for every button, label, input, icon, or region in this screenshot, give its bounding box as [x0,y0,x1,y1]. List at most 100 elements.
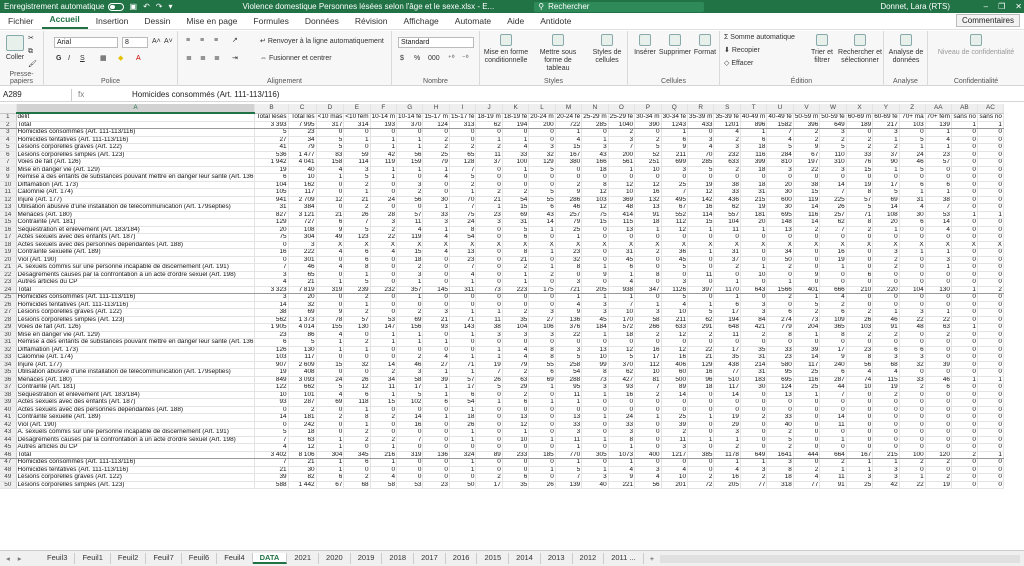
cell[interactable]: Homicides consommés (Art. 111-113/116) [16,293,256,302]
cell[interactable]: 1 [555,293,583,302]
cell[interactable]: 189 [846,121,874,129]
cell[interactable]: 0 [316,256,345,264]
cell[interactable]: 5 [343,173,371,182]
cell[interactable]: 16 [396,421,424,429]
cell[interactable]: X [925,241,952,249]
cell[interactable]: 11 [396,218,424,227]
cell[interactable]: 0 [422,406,450,414]
sheet-tab-11[interactable]: 2017 [414,553,446,564]
cell[interactable]: 0 [475,421,503,429]
cell[interactable]: 0 [581,278,609,287]
cell[interactable]: 0 [661,173,689,182]
decrease-decimal-icon[interactable]: ⁻⁰ [462,55,469,63]
orientation-icon[interactable]: ↗ [232,37,238,45]
cell[interactable]: 7 [925,203,952,212]
currency-icon[interactable]: $ [400,55,404,63]
cell[interactable]: 104 [254,181,289,189]
cell[interactable]: 1582 [766,121,794,129]
find-select-button[interactable]: Rechercher et sélectionner [838,34,882,65]
table-row[interactable]: 29 Voies de fait (Art. 126) 1 905 4 014 155 1… [0,323,1004,332]
cell[interactable]: 23 [422,481,450,489]
cell[interactable]: 317 [316,121,345,129]
cell[interactable]: Contrainte sexuelle (Art. 189) [16,413,256,422]
cell[interactable]: 25 [793,368,821,377]
cell[interactable]: 0 [396,443,424,452]
cell[interactable]: 18 [608,331,636,339]
cell[interactable]: 71 [449,361,477,369]
cell[interactable]: 304 [288,233,317,242]
cell[interactable]: 4 [925,136,952,144]
cell[interactable]: Contrainte (Art. 181) [16,218,256,227]
cell[interactable]: 0 [977,458,1004,467]
cell[interactable]: 0 [475,443,503,452]
cell[interactable]: 34 [370,376,398,384]
table-row[interactable]: 5 Lésions corporelles graves (Art. 122) 41… [0,143,1004,152]
cell[interactable]: 11 [661,436,689,444]
cell[interactable]: 4 [254,278,289,287]
cell[interactable]: 0 [634,406,662,414]
cell[interactable]: 0 [449,473,477,482]
header-cell[interactable]: <10 fém [343,113,371,122]
cell[interactable]: 1 [475,203,503,212]
cell[interactable]: 3 [555,346,583,354]
cell[interactable]: 0 [951,143,978,152]
cell[interactable]: 284 [766,151,794,159]
cell[interactable]: 3 [581,143,609,152]
row-number[interactable]: 23 [0,278,17,287]
cell[interactable]: 13 [502,413,530,422]
cell[interactable]: 6 [528,368,556,377]
cell[interactable]: 369 [608,196,636,204]
cell[interactable]: Calomnie (Art. 174) [16,188,256,197]
cell[interactable]: 0 [581,443,609,452]
table-row[interactable]: 28 Lésions corporelles simples (Art. 123)… [0,316,1004,324]
copy-icon[interactable]: ⧉ [28,48,33,56]
cell[interactable]: 436 [713,196,741,204]
cell[interactable]: 0 [951,181,978,189]
row-number[interactable]: 36 [0,376,17,384]
cell[interactable]: 0 [899,293,926,302]
cell[interactable]: 1 [581,391,609,399]
cell[interactable]: 3 121 [288,211,317,219]
cell[interactable]: 0 [475,128,503,137]
cell[interactable]: 39 [422,376,450,384]
cell[interactable]: 0 [951,368,978,377]
cell[interactable]: 2 [713,263,741,272]
cell[interactable]: 15 [316,361,345,369]
cell[interactable]: 0 [977,263,1004,272]
cell[interactable]: 0 [793,458,821,467]
cell[interactable]: 21 [254,466,289,474]
cell[interactable]: 223 [502,286,530,294]
cell[interactable]: 2 [634,248,662,257]
cell[interactable]: 33 [766,413,794,422]
table-row[interactable]: 10 Diffamation (Art. 173) 104 162 0 2 0 3 0 2 0 0 0 2… [0,181,1004,189]
cell[interactable]: 0 [872,338,900,347]
sheet-tab-5[interactable]: Feuil4 [217,553,253,564]
cell[interactable]: 722 [555,121,583,129]
cell[interactable]: 0 [977,383,1004,392]
cell[interactable]: Désagréments causés par la confrontation… [16,271,256,279]
header-cell[interactable]: 10-14 fé [396,113,424,122]
cell[interactable]: 129 [254,218,289,227]
cell[interactable]: 12 [687,188,715,197]
cell[interactable]: 65 [288,271,317,279]
header-cell[interactable]: 70+ fém [925,113,952,122]
cell[interactable]: 1 [581,413,609,422]
cell[interactable]: 0 [661,398,689,407]
cell[interactable]: 6 [899,346,926,354]
row-number[interactable]: 49 [0,473,17,482]
cell[interactable]: 56 [396,151,424,159]
cell[interactable]: 11 [370,383,398,392]
cell[interactable]: 31 [740,353,768,362]
cell[interactable]: 0 [634,398,662,407]
cell[interactable]: X [766,241,794,249]
cell[interactable]: 0 [502,443,530,452]
cell[interactable]: 0 [977,181,1004,189]
cell[interactable]: 8 [634,271,662,279]
column-header-B[interactable]: B [254,104,289,114]
cell[interactable]: 69 [872,196,900,204]
cell[interactable]: 8 [766,466,794,474]
cell[interactable]: 3 [502,331,530,339]
cell[interactable]: 0 [687,428,715,437]
cell[interactable]: 0 [661,406,689,414]
cell[interactable]: 14 [254,301,289,309]
